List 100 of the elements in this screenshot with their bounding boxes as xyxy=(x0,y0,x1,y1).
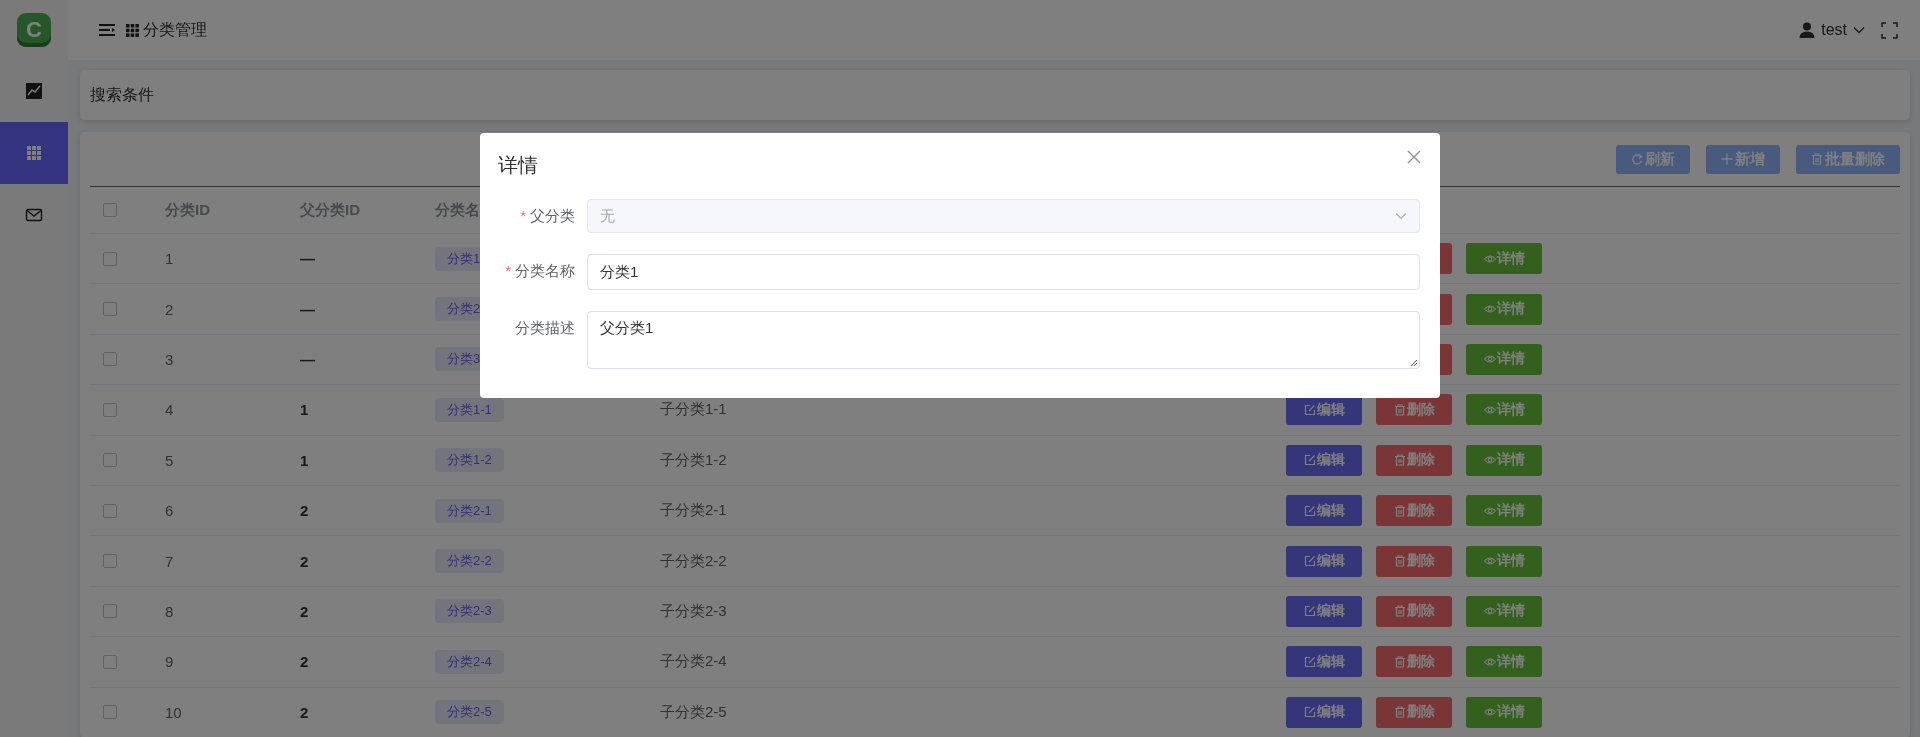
table-cell: 1 xyxy=(165,250,174,268)
detail-button[interactable]: 详情 xyxy=(1466,545,1542,577)
field-label: 分类描述 xyxy=(515,319,575,336)
detail-button[interactable]: 详情 xyxy=(1466,243,1542,275)
eye-icon xyxy=(1483,706,1496,719)
delete-button[interactable]: 删除 xyxy=(1376,696,1452,728)
row-checkbox[interactable] xyxy=(103,251,117,266)
table-cell: 8 xyxy=(165,602,174,620)
edit-button[interactable]: 编辑 xyxy=(1286,646,1362,678)
trash-icon xyxy=(1393,504,1406,517)
table-cell: 3 xyxy=(165,350,174,368)
table-cell: — xyxy=(300,350,315,368)
row-checkbox[interactable] xyxy=(103,402,117,417)
table-cell: — xyxy=(300,250,315,268)
plus-icon xyxy=(1721,153,1733,165)
name-tag: 分类1-1 xyxy=(435,397,504,422)
detail-button[interactable]: 详情 xyxy=(1466,495,1542,527)
table-cell: 2 xyxy=(300,653,309,671)
table-cell: 子分类2-4 xyxy=(660,652,727,672)
menu-icon[interactable] xyxy=(98,23,116,37)
delete-button[interactable]: 删除 xyxy=(1376,595,1452,627)
logo: C xyxy=(17,13,51,47)
name-tag: 分类2-4 xyxy=(435,649,504,674)
edit-button[interactable]: 编辑 xyxy=(1286,696,1362,728)
delete-button[interactable]: 删除 xyxy=(1376,545,1452,577)
row-checkbox[interactable] xyxy=(103,554,117,569)
resize-grip-icon xyxy=(1410,359,1418,367)
row-checkbox[interactable] xyxy=(103,453,117,468)
detail-button[interactable]: 详情 xyxy=(1466,444,1542,476)
detail-button[interactable]: 详情 xyxy=(1466,343,1542,375)
trash-icon xyxy=(1393,403,1406,416)
name-tag: 分类2-3 xyxy=(435,599,504,624)
trash-icon xyxy=(1393,555,1406,568)
edit-button[interactable]: 编辑 xyxy=(1286,495,1362,527)
row-checkbox[interactable] xyxy=(103,352,117,367)
table-cell: 2 xyxy=(300,552,309,570)
select-field: 无 xyxy=(587,199,1420,233)
row-checkbox[interactable] xyxy=(103,705,117,720)
eye-icon xyxy=(1483,454,1496,467)
eye-icon xyxy=(1483,605,1496,618)
detail-button[interactable]: 详情 xyxy=(1466,394,1542,426)
detail-button[interactable]: 详情 xyxy=(1466,595,1542,627)
table-cell: 2 xyxy=(300,502,309,520)
table-cell: 10 xyxy=(165,703,182,721)
row-checkbox[interactable] xyxy=(103,604,117,619)
edit-icon xyxy=(1303,454,1316,467)
name-tag: 分类2-5 xyxy=(435,700,504,725)
trash-icon xyxy=(1393,605,1406,618)
detail-button[interactable]: 详情 xyxy=(1466,293,1542,325)
row-checkbox[interactable] xyxy=(103,503,117,518)
text-area[interactable]: 父分类1 xyxy=(587,311,1420,369)
grid-icon xyxy=(25,144,43,162)
table-cell: 9 xyxy=(165,653,174,671)
page-title: 分类管理 xyxy=(143,19,207,40)
edit-icon xyxy=(1303,655,1316,668)
edit-button[interactable]: 编辑 xyxy=(1286,595,1362,627)
sidebar-item[interactable] xyxy=(0,122,68,184)
edit-button[interactable]: 编辑 xyxy=(1286,444,1362,476)
edit-button[interactable]: 编辑 xyxy=(1286,545,1362,577)
dialog-title: 详情 xyxy=(498,153,538,178)
table-cell: 7 xyxy=(165,552,174,570)
select-all-checkbox[interactable] xyxy=(103,203,117,217)
table-cell: 子分类2-5 xyxy=(660,702,727,722)
eye-icon xyxy=(1483,353,1496,366)
table-cell: 1 xyxy=(300,401,309,419)
table-cell: 子分类2-1 xyxy=(660,501,727,521)
delete-button[interactable]: 删除 xyxy=(1376,495,1452,527)
table-cell: 子分类2-3 xyxy=(660,601,727,621)
table-cell: 4 xyxy=(165,401,174,419)
fullscreen-icon[interactable] xyxy=(1881,21,1898,39)
trash-icon xyxy=(1811,153,1823,165)
row-checkbox[interactable] xyxy=(103,654,117,669)
trash-icon xyxy=(1393,454,1406,467)
delete-button[interactable]: 删除 xyxy=(1376,646,1452,678)
close-icon[interactable] xyxy=(1406,149,1422,165)
name-tag: 分类2-1 xyxy=(435,498,504,523)
eye-icon xyxy=(1483,252,1496,265)
eye-icon xyxy=(1483,403,1496,416)
table-cell: 5 xyxy=(165,451,174,469)
row-checkbox[interactable] xyxy=(103,302,117,317)
table-cell: 6 xyxy=(165,502,174,520)
edit-icon xyxy=(1303,504,1316,517)
edit-icon xyxy=(1303,555,1316,568)
user-name[interactable]: test xyxy=(1821,21,1847,39)
caret-icon xyxy=(1853,26,1865,34)
input-field[interactable]: 分类1 xyxy=(587,254,1420,290)
table-cell: 1 xyxy=(300,451,309,469)
field-label: 分类名称 xyxy=(515,262,575,279)
table-cell: — xyxy=(300,300,315,318)
eye-icon xyxy=(1483,504,1496,517)
required-mark: * xyxy=(520,207,526,224)
detail-button[interactable]: 详情 xyxy=(1466,696,1542,728)
trash-icon xyxy=(1393,655,1406,668)
field-label: 父分类 xyxy=(530,207,575,224)
table-cell: 2 xyxy=(300,703,309,721)
delete-button[interactable]: 删除 xyxy=(1376,444,1452,476)
user-icon xyxy=(1799,22,1816,38)
detail-button[interactable]: 详情 xyxy=(1466,646,1542,678)
mail-icon xyxy=(25,206,43,224)
name-tag: 分类1-2 xyxy=(435,448,504,473)
